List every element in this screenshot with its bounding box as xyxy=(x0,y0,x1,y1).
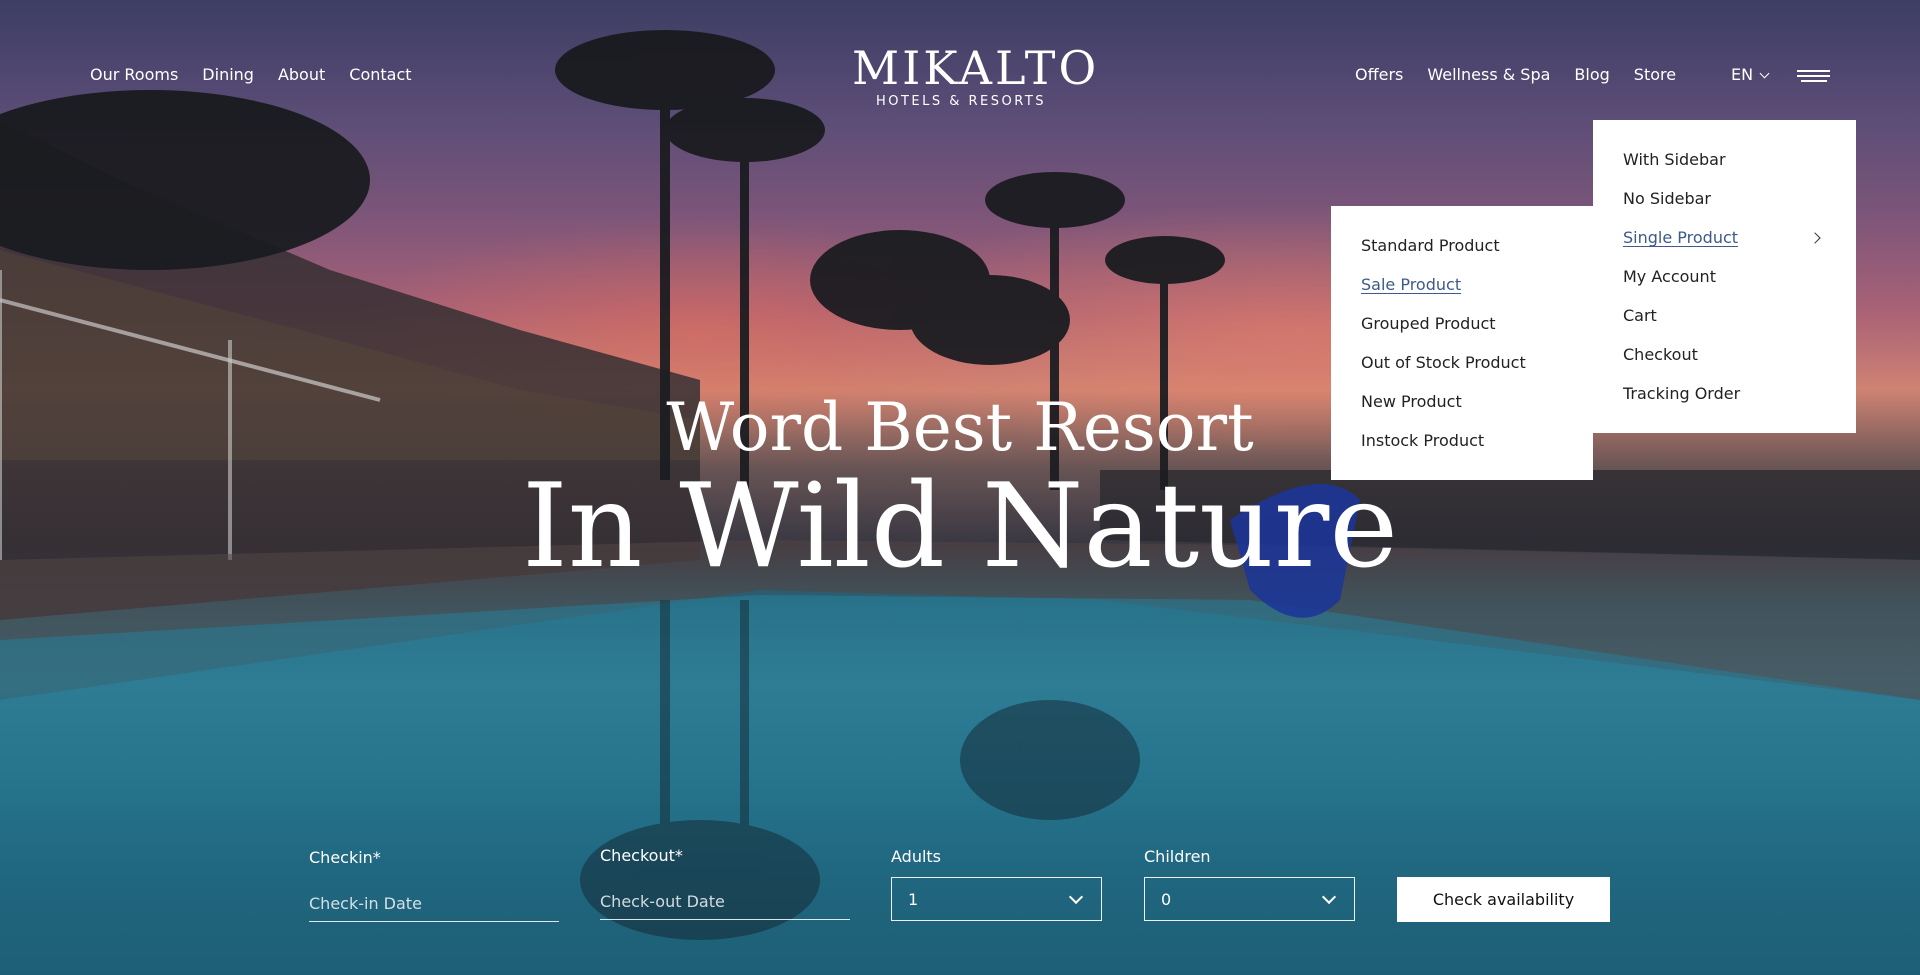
hero-headline-main: In Wild Nature xyxy=(521,459,1398,594)
children-label: Children xyxy=(1144,847,1211,866)
menu-item-label: Single Product xyxy=(1623,228,1739,247)
checkout-label: Checkout* xyxy=(600,846,683,865)
chevron-down-icon xyxy=(1759,68,1770,78)
menu-item-checkout[interactable]: Checkout xyxy=(1593,342,1856,381)
nav-contact[interactable]: Contact xyxy=(349,62,411,88)
menu-item-single-product[interactable]: Single Product xyxy=(1593,225,1856,264)
submenu-item-instock-product[interactable]: Instock Product xyxy=(1331,428,1593,467)
menu-item-cart[interactable]: Cart xyxy=(1593,303,1856,342)
brand-logo[interactable]: MIKALTO HOTELS & RESORTS xyxy=(852,41,1100,109)
menu-item-my-account[interactable]: My Account xyxy=(1593,264,1856,303)
nav-blog[interactable]: Blog xyxy=(1574,62,1609,88)
menu-item-with-sidebar[interactable]: With Sidebar xyxy=(1593,147,1856,186)
logo-subtitle: HOTELS & RESORTS xyxy=(875,94,1047,109)
nav-wellness-spa[interactable]: Wellness & Spa xyxy=(1427,62,1550,88)
submenu-item-standard-product[interactable]: Standard Product xyxy=(1331,233,1593,272)
language-label: EN xyxy=(1731,65,1754,84)
store-dropdown-menu: With Sidebar No Sidebar Single Product M… xyxy=(1593,120,1856,433)
submenu-item-sale-product[interactable]: Sale Product xyxy=(1331,272,1593,311)
logo-title: MIKALTO xyxy=(852,41,1100,95)
menu-item-no-sidebar[interactable]: No Sidebar xyxy=(1593,186,1856,225)
children-value: 0 xyxy=(1161,890,1172,909)
adults-value: 1 xyxy=(908,890,919,909)
nav-dining[interactable]: Dining xyxy=(202,62,254,88)
submenu-item-new-product[interactable]: New Product xyxy=(1331,389,1593,428)
menu-item-tracking-order[interactable]: Tracking Order xyxy=(1593,381,1856,420)
primary-nav-left: Our Rooms Dining About Contact xyxy=(90,62,436,88)
single-product-submenu: Standard Product Sale Product Grouped Pr… xyxy=(1331,206,1593,480)
language-selector[interactable]: EN xyxy=(1731,62,1770,88)
chevron-down-icon xyxy=(1068,889,1084,905)
nav-our-rooms[interactable]: Our Rooms xyxy=(90,62,178,88)
submenu-item-out-of-stock-product[interactable]: Out of Stock Product xyxy=(1331,350,1593,389)
chevron-down-icon xyxy=(1321,889,1337,905)
nav-offers[interactable]: Offers xyxy=(1355,62,1403,88)
checkin-date-input[interactable] xyxy=(309,885,559,922)
adults-label: Adults xyxy=(891,847,942,866)
hero-section: Our Rooms Dining About Contact MIKALTO H… xyxy=(0,0,1920,975)
adults-select[interactable]: 1 xyxy=(891,877,1102,921)
hamburger-icon[interactable] xyxy=(1797,70,1830,82)
checkin-label: Checkin* xyxy=(309,848,381,867)
chevron-right-icon xyxy=(1809,232,1821,244)
primary-nav-right: Offers Wellness & Spa Blog Store xyxy=(1355,62,1700,88)
nav-about[interactable]: About xyxy=(278,62,325,88)
children-select[interactable]: 0 xyxy=(1144,877,1355,921)
nav-store[interactable]: Store xyxy=(1634,62,1676,88)
checkout-date-input[interactable] xyxy=(600,883,850,920)
check-availability-button[interactable]: Check availability xyxy=(1397,877,1610,922)
submenu-item-grouped-product[interactable]: Grouped Product xyxy=(1331,311,1593,350)
